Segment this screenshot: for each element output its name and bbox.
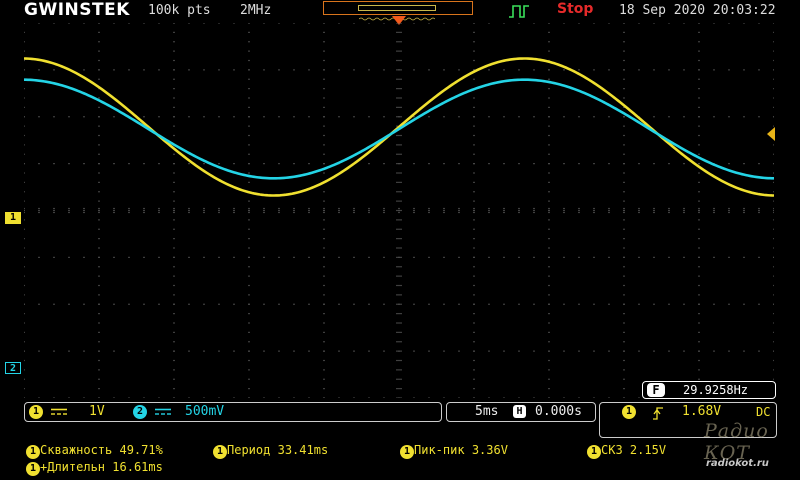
measurement-value: 33.41ms bbox=[277, 443, 329, 457]
measurement-value: 2.15V bbox=[629, 443, 667, 457]
brand-logo: GWINSTEK bbox=[24, 0, 130, 20]
channel-settings-panel[interactable]: 1 1V 2 500mV bbox=[24, 402, 442, 422]
measurement-label: Пик-пик bbox=[414, 443, 465, 457]
measurement-peak-to-peak: 1 Пик-пик 3.36V bbox=[400, 443, 508, 459]
waveform-display bbox=[24, 23, 774, 398]
ch2-ground-marker[interactable]: 2 bbox=[5, 362, 21, 374]
timebase-scale: 5ms bbox=[475, 404, 499, 419]
trigger-coupling: DC bbox=[756, 405, 771, 419]
watermark-site: radiokot.ru bbox=[706, 458, 769, 469]
measurement-value: 49.71% bbox=[119, 443, 163, 457]
dc-coupling-icon bbox=[51, 408, 67, 415]
memory-window-viewport bbox=[358, 5, 436, 21]
rising-edge-icon bbox=[653, 407, 663, 420]
edge-trigger-icon bbox=[509, 5, 529, 18]
measurement-source-badge: 1 bbox=[26, 445, 40, 459]
ch2-trace bbox=[24, 78, 774, 180]
measurement-label: СКЗ bbox=[601, 443, 623, 457]
ch1-ground-marker[interactable]: 1 bbox=[5, 212, 21, 224]
frequency-counter: F 29.9258Hz bbox=[642, 381, 776, 399]
measurement-value: 3.36V bbox=[471, 443, 508, 457]
ch2-badge: 2 bbox=[133, 405, 147, 419]
run-status[interactable]: Stop bbox=[557, 1, 593, 17]
top-status-bar: GWINSTEK 100k pts 2MHz Stop 18 Sep 2020 … bbox=[0, 0, 800, 25]
horizontal-position-badge: H bbox=[513, 405, 526, 418]
sample-rate: 2MHz bbox=[240, 3, 272, 18]
ch2-scale: 500mV bbox=[185, 404, 225, 419]
timebase-panel[interactable]: 5ms H 0.000s bbox=[446, 402, 596, 422]
watermark: Радио КОТ radiokot.ru bbox=[700, 420, 796, 478]
measurement-positive-width: 1 +Длительн 16.61ms bbox=[26, 460, 163, 476]
trigger-source-badge: 1 bbox=[622, 405, 636, 419]
waveform-traces bbox=[24, 57, 774, 197]
trigger-level: 1.68V bbox=[682, 404, 722, 419]
memory-window-bar[interactable] bbox=[323, 1, 473, 21]
measurement-value: 16.61ms bbox=[112, 460, 163, 474]
frequency-value: 29.9258Hz bbox=[683, 383, 749, 397]
horizontal-position: 0.000s bbox=[535, 404, 582, 419]
dc-coupling-icon bbox=[155, 408, 171, 415]
measurement-label: Скважность bbox=[40, 443, 113, 457]
measurement-period: 1 Период 33.41ms bbox=[213, 443, 328, 459]
date-time: 18 Sep 2020 20:03:22 bbox=[619, 3, 776, 18]
ch1-scale: 1V bbox=[89, 404, 105, 419]
measurement-source-badge: 1 bbox=[213, 445, 227, 459]
measurement-duty-cycle: 1 Скважность 49.71% bbox=[26, 443, 163, 459]
ch1-trace bbox=[24, 57, 774, 197]
measurement-source-badge: 1 bbox=[587, 445, 601, 459]
measurement-source-badge: 1 bbox=[400, 445, 414, 459]
ch1-badge: 1 bbox=[29, 405, 43, 419]
measurement-source-badge: 1 bbox=[26, 462, 40, 476]
frequency-badge: F bbox=[647, 383, 665, 397]
record-length: 100k pts bbox=[148, 3, 211, 18]
measurement-rms: 1 СКЗ 2.15V bbox=[587, 443, 666, 459]
trigger-level-marker[interactable] bbox=[766, 127, 776, 141]
measurement-label: Период bbox=[227, 443, 271, 457]
measurement-label: +Длительн bbox=[40, 460, 106, 474]
